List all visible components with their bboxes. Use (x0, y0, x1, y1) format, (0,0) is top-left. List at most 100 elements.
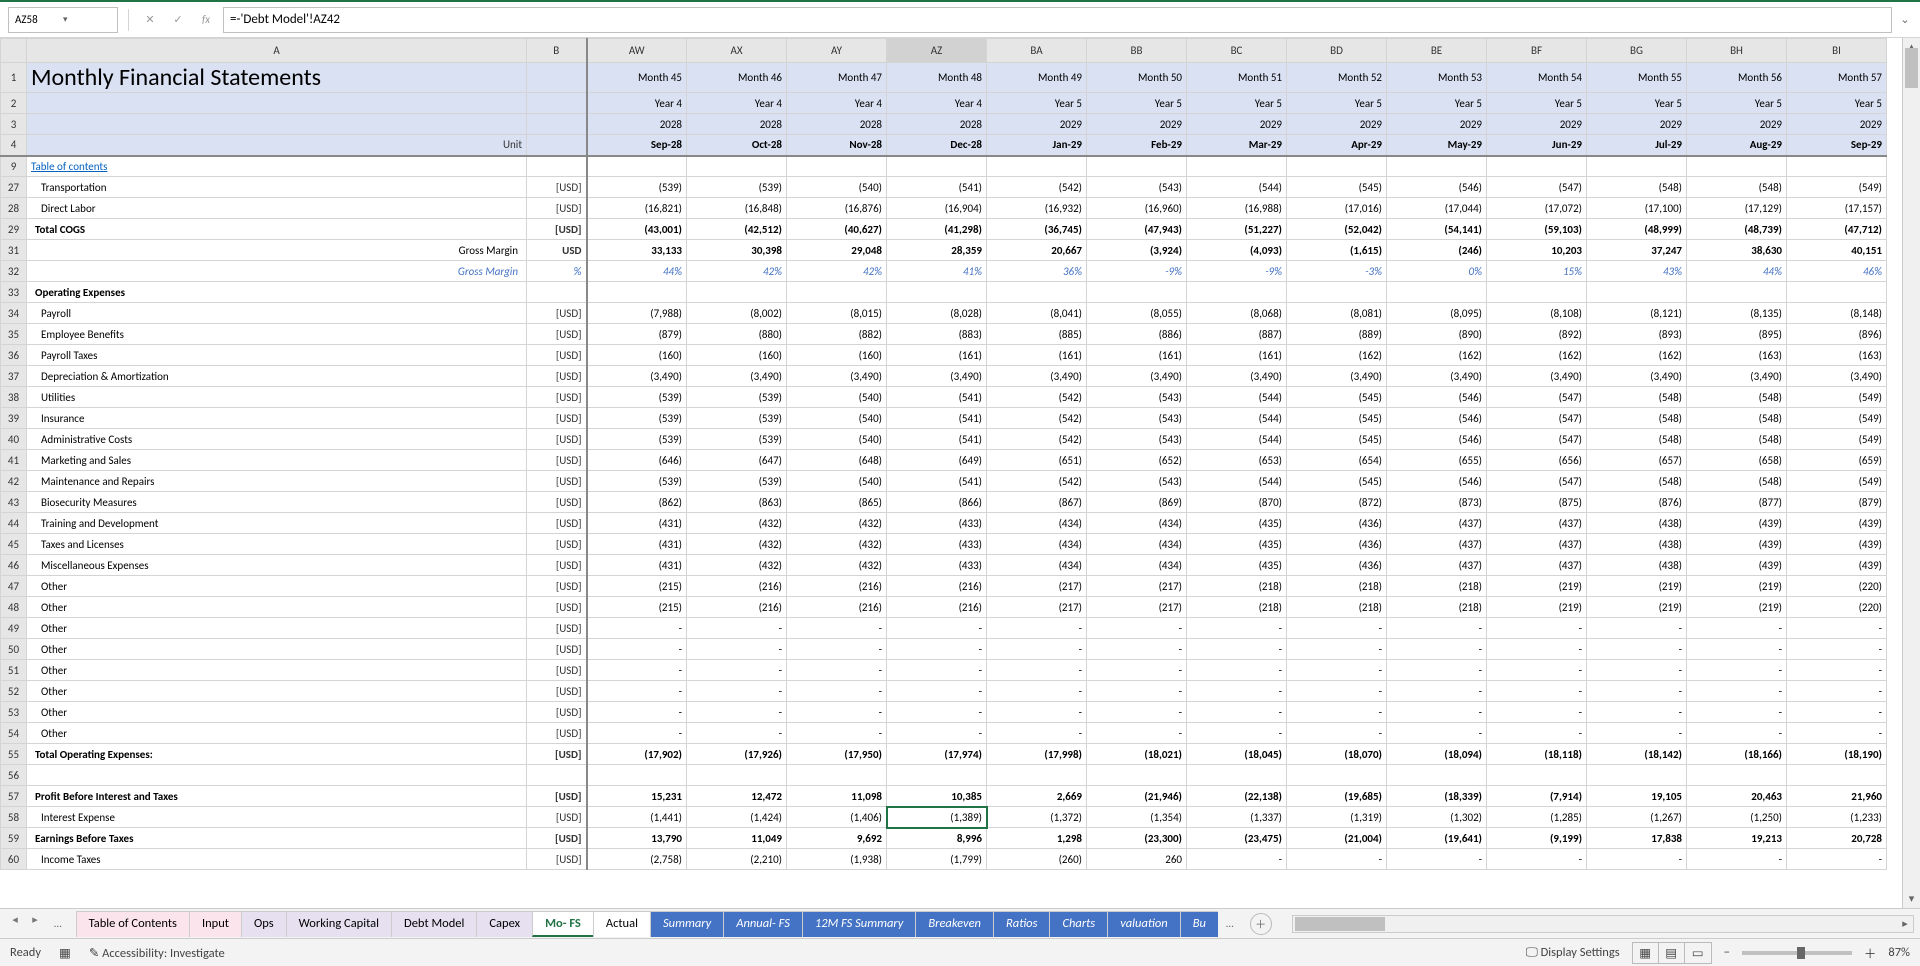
cell-BE42[interactable]: (546) (1387, 471, 1487, 492)
cell-BA34[interactable]: (8,041) (987, 303, 1087, 324)
cell-AZ53[interactable]: - (887, 702, 987, 723)
col-header-BD[interactable]: BD (1287, 39, 1387, 63)
cell-AW43[interactable]: (862) (587, 492, 687, 513)
cell-BE41[interactable]: (655) (1387, 450, 1487, 471)
cell-BH3[interactable]: 2029 (1687, 114, 1787, 135)
cell-BD38[interactable]: (545) (1287, 387, 1387, 408)
sheet-nav-more[interactable]: … (46, 913, 70, 934)
cell-BB55[interactable]: (18,021) (1087, 744, 1187, 765)
cell-AW27[interactable]: (539) (587, 177, 687, 198)
cell-AX47[interactable]: (216) (687, 576, 787, 597)
cell-AW33[interactable] (587, 282, 687, 303)
cell-BE59[interactable]: (19,641) (1387, 828, 1487, 849)
cell-AZ59[interactable]: 8,996 (887, 828, 987, 849)
cell-B54[interactable]: [USD] (527, 723, 587, 744)
sheet-tab-valuation[interactable]: valuation (1107, 911, 1181, 937)
row-label-52[interactable]: Other (27, 681, 527, 702)
cell-BB1[interactable]: Month 50 (1087, 63, 1187, 93)
cell-B9[interactable] (527, 156, 587, 177)
cell-B55[interactable]: [USD] (527, 744, 587, 765)
row-label-53[interactable]: Other (27, 702, 527, 723)
col-header-BH[interactable]: BH (1687, 39, 1787, 63)
cell-BD31[interactable]: (1,615) (1287, 240, 1387, 261)
cell-BA56[interactable] (987, 765, 1087, 786)
cell-AX32[interactable]: 42% (687, 261, 787, 282)
row-header-43[interactable]: 43 (1, 492, 27, 513)
cell-BH9[interactable] (1687, 156, 1787, 177)
cell-BF57[interactable]: (7,914) (1487, 786, 1587, 807)
cell-BG47[interactable]: (219) (1587, 576, 1687, 597)
cell-BA40[interactable]: (542) (987, 429, 1087, 450)
cell-BD55[interactable]: (18,070) (1287, 744, 1387, 765)
sheet-tab-table-of-contents[interactable]: Table of Contents (76, 911, 190, 937)
cell-B49[interactable]: [USD] (527, 618, 587, 639)
cell-BB53[interactable]: - (1087, 702, 1187, 723)
cell-BH45[interactable]: (439) (1687, 534, 1787, 555)
cell-BG48[interactable]: (219) (1587, 597, 1687, 618)
cell-AZ28[interactable]: (16,904) (887, 198, 987, 219)
cell-AZ41[interactable]: (649) (887, 450, 987, 471)
cell-BE43[interactable]: (873) (1387, 492, 1487, 513)
row-header-41[interactable]: 41 (1, 450, 27, 471)
cell-BI37[interactable]: (3,490) (1787, 366, 1887, 387)
cell-BA60[interactable]: (260) (987, 849, 1087, 870)
table-of-contents-link[interactable]: Table of contents (27, 156, 527, 177)
cell-BG31[interactable]: 37,247 (1587, 240, 1687, 261)
cell-BA45[interactable]: (434) (987, 534, 1087, 555)
cell-BI58[interactable]: (1,233) (1787, 807, 1887, 828)
cell-AZ35[interactable]: (883) (887, 324, 987, 345)
cell-BG45[interactable]: (438) (1587, 534, 1687, 555)
cell-BB52[interactable]: - (1087, 681, 1187, 702)
cell-BC55[interactable]: (18,045) (1187, 744, 1287, 765)
cell-AX39[interactable]: (539) (687, 408, 787, 429)
cell-AZ2[interactable]: Year 4 (887, 93, 987, 114)
cell-BG33[interactable] (1587, 282, 1687, 303)
cell-B37[interactable]: [USD] (527, 366, 587, 387)
cell-BG39[interactable]: (548) (1587, 408, 1687, 429)
cell-BH29[interactable]: (48,739) (1687, 219, 1787, 240)
cell-BI45[interactable]: (439) (1787, 534, 1887, 555)
cell-BC43[interactable]: (870) (1187, 492, 1287, 513)
cell-BD44[interactable]: (436) (1287, 513, 1387, 534)
cell-AZ1[interactable]: Month 48 (887, 63, 987, 93)
cell-BI50[interactable]: - (1787, 639, 1887, 660)
cell-BF47[interactable]: (219) (1487, 576, 1587, 597)
cell-A3[interactable] (27, 114, 527, 135)
cell-BF45[interactable]: (437) (1487, 534, 1587, 555)
cell-AW35[interactable]: (879) (587, 324, 687, 345)
cell-BD37[interactable]: (3,490) (1287, 366, 1387, 387)
cell-A2[interactable] (27, 93, 527, 114)
cell-B1[interactable] (527, 63, 587, 93)
cell-AX51[interactable]: - (687, 660, 787, 681)
cell-BD34[interactable]: (8,081) (1287, 303, 1387, 324)
row-header-37[interactable]: 37 (1, 366, 27, 387)
cell-AY48[interactable]: (216) (787, 597, 887, 618)
cell-AX56[interactable] (687, 765, 787, 786)
cell-B46[interactable]: [USD] (527, 555, 587, 576)
cell-BA9[interactable] (987, 156, 1087, 177)
cell-BI43[interactable]: (879) (1787, 492, 1887, 513)
cell-BE28[interactable]: (17,044) (1387, 198, 1487, 219)
cell-BI49[interactable]: - (1787, 618, 1887, 639)
scroll-right-icon[interactable]: ▸ (1897, 916, 1913, 932)
cell-BC45[interactable]: (435) (1187, 534, 1287, 555)
cell-AW46[interactable]: (431) (587, 555, 687, 576)
cell-AY38[interactable]: (540) (787, 387, 887, 408)
row-label-56[interactable] (27, 765, 527, 786)
cell-BI28[interactable]: (17,157) (1787, 198, 1887, 219)
cell-BH38[interactable]: (548) (1687, 387, 1787, 408)
row-header-40[interactable]: 40 (1, 429, 27, 450)
cell-BI59[interactable]: 20,728 (1787, 828, 1887, 849)
row-label-32[interactable]: Gross Margin (27, 261, 527, 282)
cell-AX46[interactable]: (432) (687, 555, 787, 576)
cell-BE58[interactable]: (1,302) (1387, 807, 1487, 828)
cell-AY56[interactable] (787, 765, 887, 786)
cell-BG49[interactable]: - (1587, 618, 1687, 639)
cell-AZ43[interactable]: (866) (887, 492, 987, 513)
cell-BC3[interactable]: 2029 (1187, 114, 1287, 135)
cell-BC47[interactable]: (218) (1187, 576, 1287, 597)
row-header-60[interactable]: 60 (1, 849, 27, 870)
cell-BC58[interactable]: (1,337) (1187, 807, 1287, 828)
cell-BC49[interactable]: - (1187, 618, 1287, 639)
cell-BH2[interactable]: Year 5 (1687, 93, 1787, 114)
